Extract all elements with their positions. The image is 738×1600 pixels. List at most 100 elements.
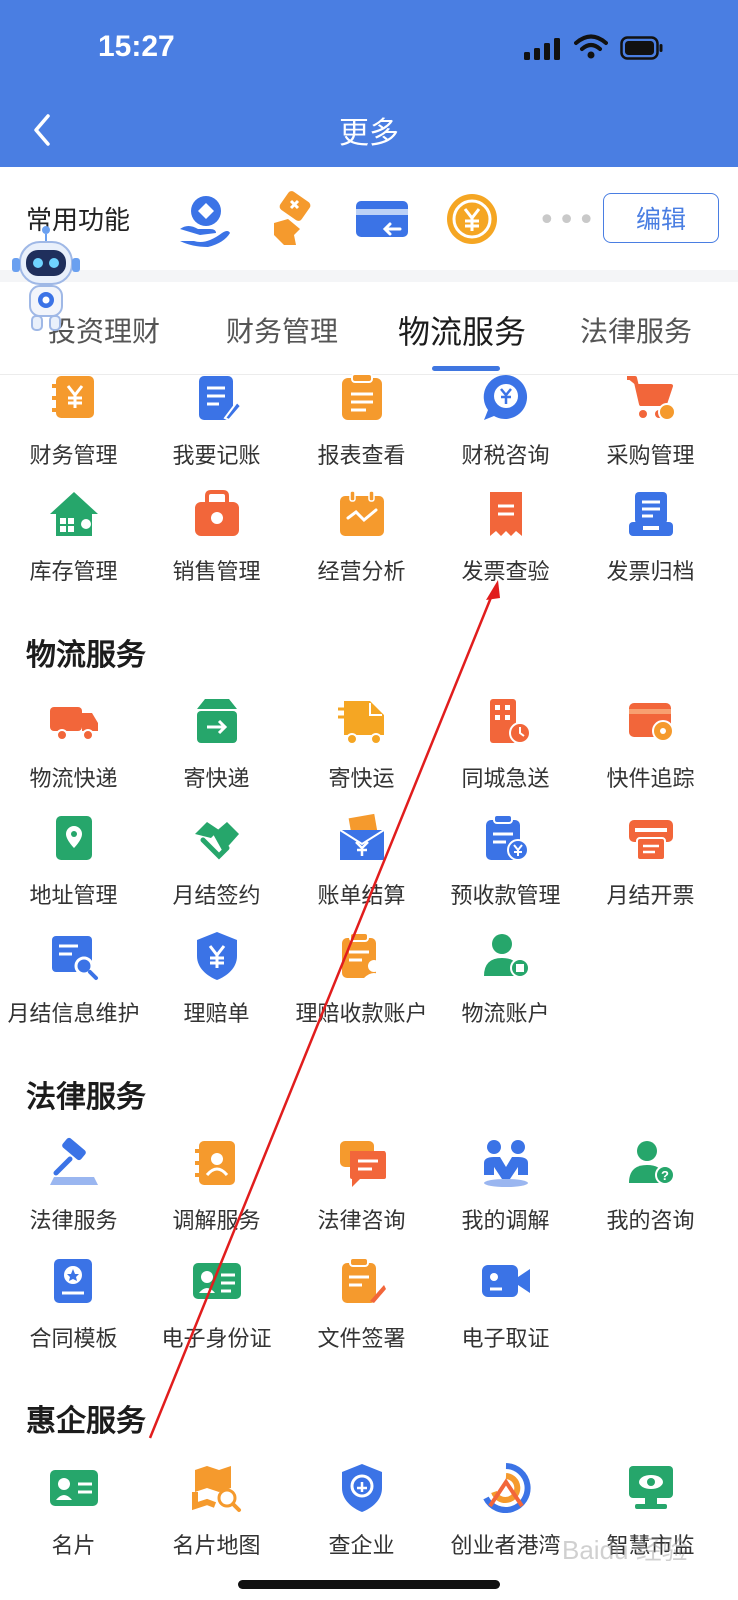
grid-item-logistics-account[interactable]: 物流账户 <box>432 930 579 1028</box>
grid-item-e-evidence[interactable]: 电子取证 <box>432 1255 579 1353</box>
grid-item-monthly-info[interactable]: 月结信息维护 <box>0 930 147 1028</box>
chat-bubble-icon <box>339 1141 386 1187</box>
grid-item-purchase[interactable]: 采购管理 <box>577 372 724 470</box>
grid-item-analysis[interactable]: 经营分析 <box>288 488 435 586</box>
grid-item-mediation[interactable]: 调解服务 <box>143 1137 290 1235</box>
map-search-icon <box>191 1466 241 1512</box>
yuan-coin-icon[interactable] <box>442 189 502 249</box>
grid-item-city-delivery[interactable]: 同城急送 <box>432 695 579 793</box>
grid-item-label: 预收款管理 <box>450 884 561 909</box>
grid-item-report[interactable]: 报表查看 <box>288 372 435 470</box>
active-tab-indicator <box>432 366 500 371</box>
freight-truck-icon <box>337 701 384 745</box>
grid-item-label: 法律咨询 <box>317 1209 406 1234</box>
grid-item-startup-harbor[interactable]: 创业者港湾 <box>432 1462 579 1560</box>
info-search-icon <box>51 936 98 980</box>
grid-item-label: 我的咨询 <box>606 1209 695 1234</box>
people-icon <box>483 1140 528 1187</box>
grid-item-e-id[interactable]: 电子身份证 <box>143 1255 290 1353</box>
grid-item-label: 查企业 <box>328 1534 395 1559</box>
grid-item-bill-settle[interactable]: 账单结算 <box>288 812 435 910</box>
grid-item-freight[interactable]: 寄快运 <box>288 695 435 793</box>
app-header: 15:27 更多 <box>0 0 738 167</box>
business-card-icon <box>49 1470 98 1506</box>
gavel-icon <box>49 1137 98 1185</box>
category-tabs: 投资理财 财务管理 物流服务 法律服务 <box>0 282 738 375</box>
invoice-check-icon <box>489 492 522 536</box>
grid-item-claim-account[interactable]: 理赔收款账户 <box>288 930 435 1028</box>
grid-item-finance[interactable]: 财务管理 <box>0 372 147 470</box>
tab-logistics[interactable]: 物流服务 <box>398 307 526 353</box>
grid-item-invoice-archive[interactable]: 发票归档 <box>577 488 724 586</box>
grid-item-label: 月结开票 <box>606 884 695 909</box>
grid-item-invoice-check[interactable]: 发票查验 <box>432 488 579 586</box>
tab-legal[interactable]: 法律服务 <box>580 310 692 350</box>
common-functions-bar: 常用功能 ••• 编辑 <box>0 167 738 270</box>
grid-item-label: 财务管理 <box>29 444 118 469</box>
grid-item-search-enterprise[interactable]: 查企业 <box>288 1462 435 1560</box>
grid-item-label: 发票归档 <box>606 560 695 585</box>
grid-item-express[interactable]: 物流快递 <box>0 695 147 793</box>
hand-user-icon[interactable] <box>174 189 234 249</box>
harbor-logo-icon <box>482 1463 531 1513</box>
grid-item-label: 采购管理 <box>606 444 695 469</box>
grid-item-monthly-invoice[interactable]: 月结开票 <box>577 812 724 910</box>
grid-item-label: 调解服务 <box>172 1209 261 1234</box>
grid-item-label: 法律服务 <box>29 1209 118 1234</box>
truck-icon <box>49 707 98 741</box>
grid-item-inventory[interactable]: 库存管理 <box>0 488 147 586</box>
document-sign-icon <box>341 1257 386 1303</box>
grid-item-tax-consult[interactable]: 财税咨询 <box>432 372 579 470</box>
wifi-icon <box>574 34 608 59</box>
status-time: 15:27 <box>98 30 175 63</box>
handshake-icon <box>194 822 239 860</box>
more-dots-icon[interactable]: ••• <box>538 206 597 236</box>
inventory-icon <box>49 492 98 536</box>
grid-item-claim[interactable]: 理赔单 <box>143 930 290 1028</box>
card-return-icon[interactable] <box>352 189 412 249</box>
grid-item-monthly-sign[interactable]: 月结签约 <box>143 812 290 910</box>
shield-yuan-icon <box>196 932 237 980</box>
grid-item-prepayment[interactable]: 预收款管理 <box>432 812 579 910</box>
tab-finance[interactable]: 财务管理 <box>226 310 338 350</box>
grid-item-sales[interactable]: 销售管理 <box>143 488 290 586</box>
grid-item-tracking[interactable]: 快件追踪 <box>577 695 724 793</box>
hand-ticket-icon[interactable] <box>262 189 322 249</box>
grid-item-legal-consult[interactable]: 法律咨询 <box>288 1137 435 1235</box>
analysis-icon <box>339 490 384 536</box>
grid-item-label: 名片 <box>51 1534 96 1559</box>
grid-item-card-map[interactable]: 名片地图 <box>143 1462 290 1560</box>
grid-item-label: 寄快递 <box>183 767 250 792</box>
grid-item-label: 合同模板 <box>29 1327 118 1352</box>
home-indicator[interactable] <box>238 1580 500 1589</box>
logistics-account-icon <box>483 934 530 978</box>
user-question-icon: ? <box>628 1141 675 1185</box>
grid-item-doc-sign[interactable]: 文件签署 <box>288 1255 435 1353</box>
grid-item-label: 理赔收款账户 <box>295 1002 428 1027</box>
svg-text:?: ? <box>661 1168 669 1183</box>
grid-item-business-card[interactable]: 名片 <box>0 1462 147 1560</box>
tracking-icon <box>628 703 674 742</box>
id-card-icon <box>192 1263 241 1299</box>
grid-item-send-parcel[interactable]: 寄快递 <box>143 695 290 793</box>
claim-account-icon <box>341 932 384 978</box>
robot-assistant-icon[interactable] <box>10 222 82 332</box>
grid-item-my-mediation[interactable]: 我的调解 <box>432 1137 579 1235</box>
grid-item-label: 发票查验 <box>461 560 550 585</box>
battery-icon <box>620 36 663 60</box>
printer-icon <box>628 820 673 861</box>
report-icon <box>341 373 382 420</box>
bookkeeping-icon <box>198 376 242 422</box>
section-title-logistics: 物流服务 <box>26 638 146 673</box>
grid-item-contract-template[interactable]: 合同模板 <box>0 1255 147 1353</box>
section-title-legal: 法律服务 <box>26 1080 146 1115</box>
grid-item-legal-service[interactable]: 法律服务 <box>0 1137 147 1235</box>
grid-item-my-consult[interactable]: ? 我的咨询 <box>577 1137 724 1235</box>
bill-settle-icon <box>338 813 385 860</box>
grid-item-label: 我的调解 <box>461 1209 550 1234</box>
sales-icon <box>194 490 239 536</box>
grid-item-bookkeeping[interactable]: 我要记账 <box>143 372 290 470</box>
grid-item-address[interactable]: 地址管理 <box>0 812 147 910</box>
grid-item-label: 快件追踪 <box>606 767 695 792</box>
edit-button[interactable]: 编辑 <box>603 193 719 243</box>
